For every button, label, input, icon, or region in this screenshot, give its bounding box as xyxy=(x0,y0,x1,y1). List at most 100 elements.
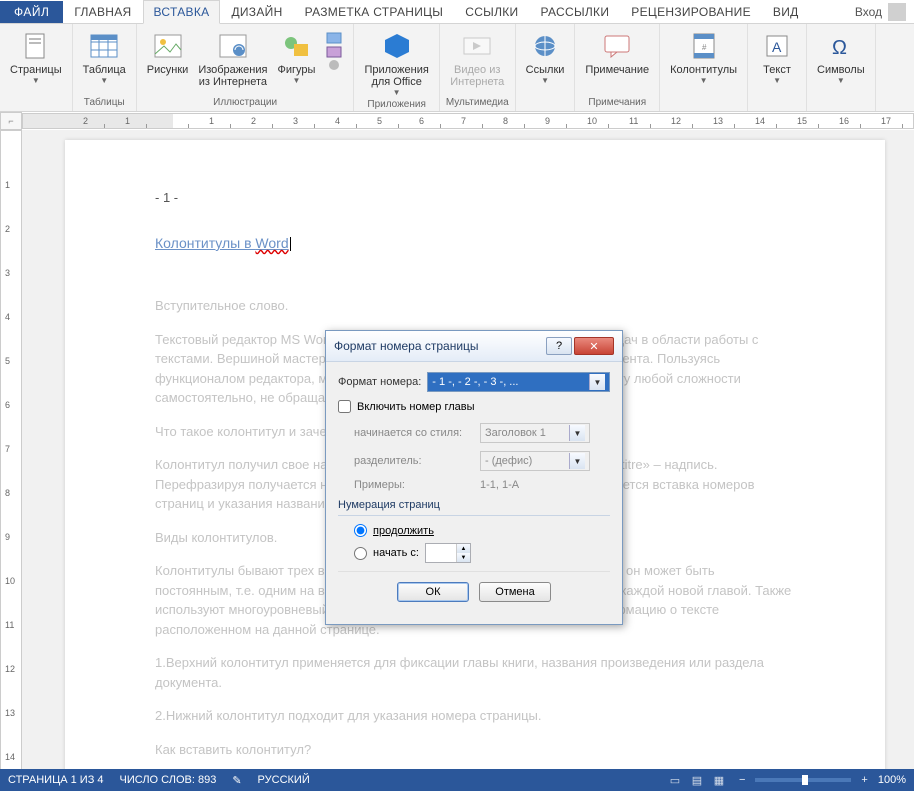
group-label-hf xyxy=(702,95,705,111)
examples-label: Примеры: xyxy=(354,479,474,491)
help-button[interactable]: ? xyxy=(546,337,572,355)
continue-radio[interactable] xyxy=(354,524,367,537)
doc-para: 2.Нижний колонтитул подходит для указани… xyxy=(155,706,795,726)
cancel-button[interactable]: Отмена xyxy=(479,582,551,602)
online-video-button[interactable]: Видео из Интернета xyxy=(446,26,508,95)
continue-label: продолжить xyxy=(373,525,434,537)
svg-text:#: # xyxy=(702,43,707,52)
ruler-row: ⌐ 21123456789101112131415161718 xyxy=(0,112,914,130)
header-footer-button[interactable]: # Колонтитулы ▼ xyxy=(666,26,741,95)
view-web-button[interactable]: ▦ xyxy=(709,772,729,788)
spin-up-button[interactable]: ▲ xyxy=(456,544,470,553)
chevron-down-icon: ▼ xyxy=(100,76,108,85)
comment-button[interactable]: Примечание xyxy=(581,26,653,95)
start-at-spinner[interactable]: ▲▼ xyxy=(425,543,471,563)
examples-value: 1-1, 1-A xyxy=(480,479,519,491)
shapes-button[interactable]: Фигуры ▼ xyxy=(273,26,319,95)
group-label-comments: Примечания xyxy=(588,95,646,111)
tab-page-layout[interactable]: РАЗМЕТКА СТРАНИЦЫ xyxy=(294,0,455,24)
view-read-button[interactable]: ▭ xyxy=(665,772,685,788)
tab-references[interactable]: ССЫЛКИ xyxy=(454,0,529,24)
group-label-apps: Приложения xyxy=(367,97,426,113)
tab-file[interactable]: ФАЙЛ xyxy=(0,1,63,23)
text-button[interactable]: A Текст ▼ xyxy=(754,26,800,95)
pictures-icon xyxy=(152,30,184,62)
chevron-down-icon: ▼ xyxy=(393,88,401,97)
ok-button[interactable]: ОК xyxy=(397,582,469,602)
table-button[interactable]: Таблица ▼ xyxy=(79,26,130,95)
online-pictures-button[interactable]: Изображения из Интернета xyxy=(194,26,271,95)
doc-para: 1.Верхний колонтитул применяется для фик… xyxy=(155,653,795,692)
tab-review[interactable]: РЕЦЕНЗИРОВАНИЕ xyxy=(620,0,762,24)
zoom-out-button[interactable]: − xyxy=(739,774,745,786)
group-label-media: Мультимедиа xyxy=(446,95,509,111)
status-words[interactable]: ЧИСЛО СЛОВ: 893 xyxy=(120,774,217,786)
status-page[interactable]: СТРАНИЦА 1 ИЗ 4 xyxy=(8,774,104,786)
format-label: Формат номера: xyxy=(338,376,421,388)
tab-mailings[interactable]: РАССЫЛКИ xyxy=(529,0,620,24)
include-chapter-label: Включить номер главы xyxy=(357,401,475,413)
video-label: Видео из Интернета xyxy=(450,64,504,88)
zoom-slider[interactable] xyxy=(755,778,851,782)
chevron-down-icon: ▼ xyxy=(292,76,300,85)
start-at-label: начать с: xyxy=(373,547,419,559)
online-pictures-icon xyxy=(217,30,249,62)
symbols-label: Символы xyxy=(817,64,865,76)
login-label: Вход xyxy=(855,5,882,19)
group-label-tables: Таблицы xyxy=(84,95,125,111)
pages-label: Страницы xyxy=(10,64,62,76)
table-label: Таблица xyxy=(83,64,126,76)
doc-para: Как вставить колонтитул? xyxy=(155,740,795,760)
pictures-button[interactable]: Рисунки xyxy=(143,26,193,95)
tab-home[interactable]: ГЛАВНАЯ xyxy=(63,0,142,24)
status-language[interactable]: РУССКИЙ xyxy=(258,774,310,786)
shapes-label: Фигуры xyxy=(277,64,315,76)
tabs-bar: ФАЙЛ ГЛАВНАЯ ВСТАВКА ДИЗАЙН РАЗМЕТКА СТР… xyxy=(0,0,914,24)
view-print-button[interactable]: ▤ xyxy=(687,772,707,788)
ruler-corner[interactable]: ⌐ xyxy=(0,112,22,130)
symbols-button[interactable]: Ω Символы ▼ xyxy=(813,26,869,95)
links-button[interactable]: Ссылки ▼ xyxy=(522,26,569,95)
illustrations-more-button[interactable] xyxy=(321,26,347,95)
tab-insert[interactable]: ВСТАВКА xyxy=(143,0,221,24)
chevron-down-icon: ▼ xyxy=(837,76,845,85)
status-bar: СТРАНИЦА 1 ИЗ 4 ЧИСЛО СЛОВ: 893 ✎ РУССКИ… xyxy=(0,769,914,791)
doc-title: Колонтитулы в Word xyxy=(155,235,795,251)
chevron-down-icon: ▼ xyxy=(589,374,605,390)
group-label-symbols xyxy=(839,95,842,111)
svg-text:A: A xyxy=(772,39,782,55)
table-icon xyxy=(88,30,120,62)
include-chapter-checkbox[interactable] xyxy=(338,400,351,413)
text-label: Текст xyxy=(763,64,791,76)
tab-design[interactable]: ДИЗАЙН xyxy=(220,0,293,24)
number-format-combo[interactable]: - 1 -, - 2 -, - 3 -, ... ▼ xyxy=(427,372,610,392)
vertical-ruler[interactable]: 1234567891011121314 xyxy=(0,130,22,770)
ribbon: Страницы ▼ Таблица ▼ Таблицы Рисунки Изо… xyxy=(0,24,914,112)
login-link[interactable]: Вход xyxy=(855,3,914,21)
comment-label: Примечание xyxy=(585,64,649,76)
separator-value: - (дефис) xyxy=(485,455,532,467)
zoom-value[interactable]: 100% xyxy=(878,774,906,786)
chevron-down-icon: ▼ xyxy=(541,76,549,85)
horizontal-ruler[interactable]: 21123456789101112131415161718 xyxy=(22,113,914,129)
status-proofing-icon[interactable]: ✎ xyxy=(232,774,241,787)
text-icon: A xyxy=(761,30,793,62)
symbols-icon: Ω xyxy=(825,30,857,62)
comment-icon xyxy=(601,30,633,62)
close-button[interactable]: ✕ xyxy=(574,337,614,355)
pages-button[interactable]: Страницы ▼ xyxy=(6,26,66,95)
office-apps-button[interactable]: Приложения для Office ▼ xyxy=(360,26,432,97)
zoom-in-button[interactable]: + xyxy=(861,774,867,786)
start-at-radio[interactable] xyxy=(354,547,367,560)
office-apps-label: Приложения для Office xyxy=(364,64,428,88)
svg-text:Ω: Ω xyxy=(832,37,847,58)
starts-with-style-label: начинается со стиля: xyxy=(354,427,474,439)
spin-down-button[interactable]: ▼ xyxy=(456,553,470,562)
start-at-input[interactable] xyxy=(426,544,456,562)
tab-view[interactable]: ВИД xyxy=(762,0,810,24)
style-value: Заголовок 1 xyxy=(485,427,546,439)
page-number: - 1 - xyxy=(155,190,795,205)
dialog-titlebar[interactable]: Формат номера страницы ? ✕ xyxy=(326,331,622,362)
chevron-down-icon: ▼ xyxy=(773,76,781,85)
page-number-format-dialog: Формат номера страницы ? ✕ Формат номера… xyxy=(325,330,623,625)
